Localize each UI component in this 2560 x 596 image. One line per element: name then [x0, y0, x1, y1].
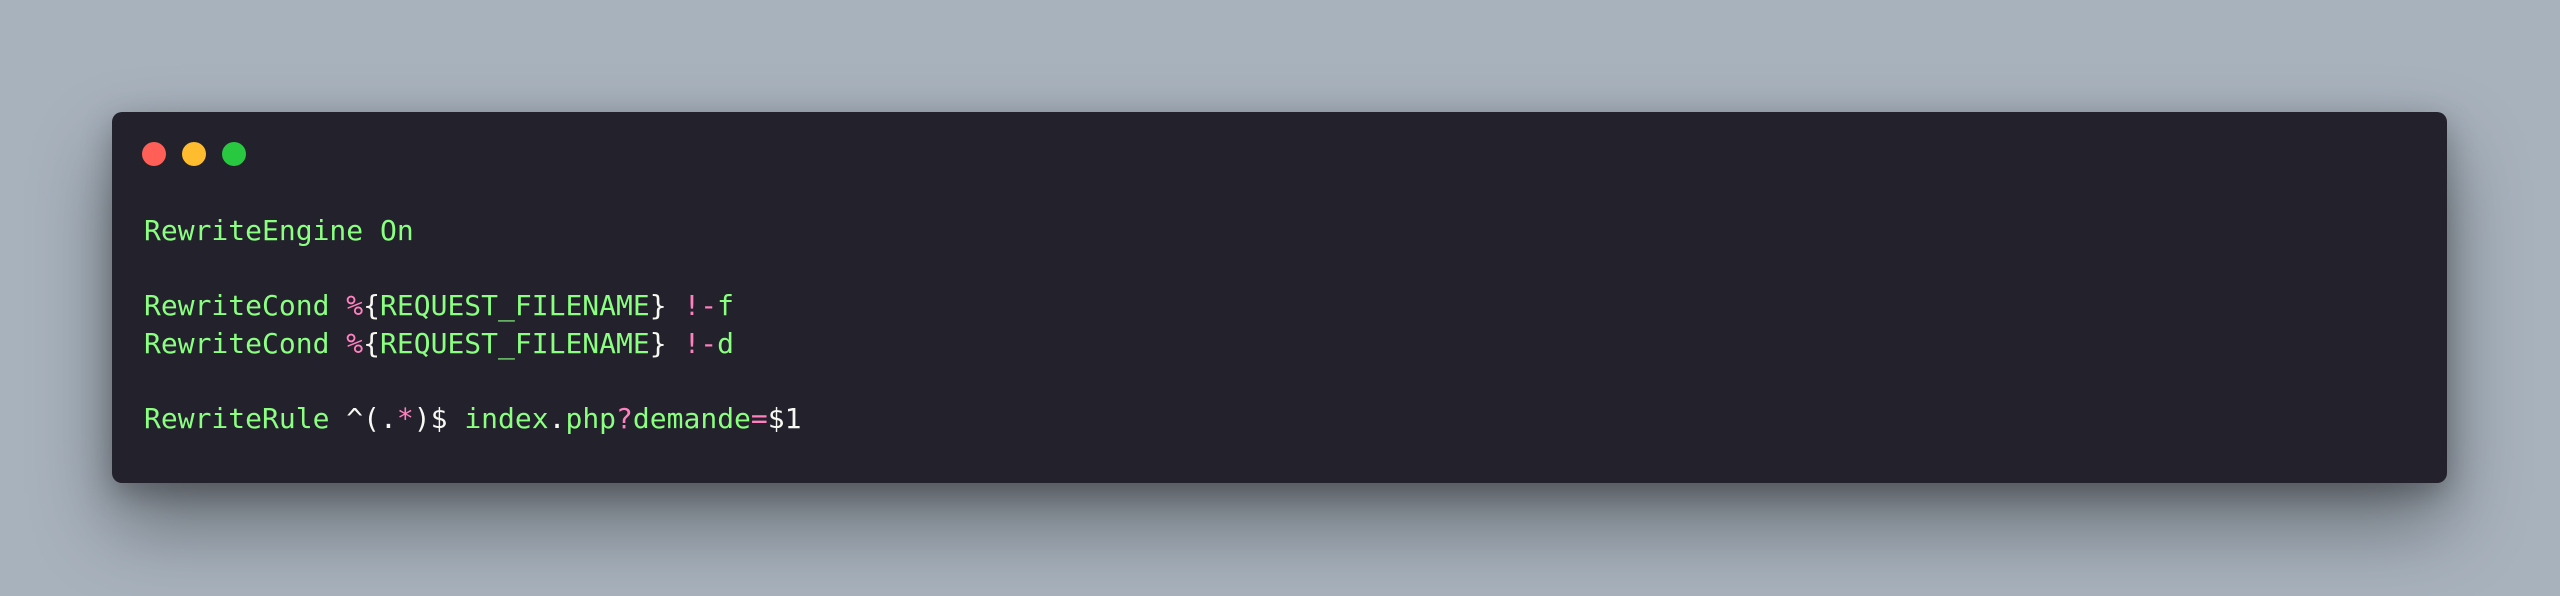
- code-token-keyword: f: [717, 289, 735, 322]
- code-token-keyword: RewriteEngine On: [144, 214, 414, 247]
- code-token-keyword: d: [717, 326, 735, 360]
- code-line: RewriteCond %{REQUEST_FILENAME} !-f: [144, 287, 802, 325]
- code-token-keyword: index: [464, 401, 549, 435]
- code-token-plain: ^(.: [346, 401, 397, 435]
- code-token-operator: !-: [683, 326, 718, 360]
- code-token-keyword: RewriteCond: [144, 289, 347, 322]
- code-token-keyword: REQUEST_FILENAME: [380, 289, 650, 322]
- code-token-operator: =: [750, 401, 768, 435]
- code-token-operator: %: [346, 289, 364, 322]
- code-token-plain: }: [649, 289, 684, 322]
- code-token-plain: )$: [413, 401, 465, 435]
- code-token-keyword: demande: [632, 401, 751, 435]
- code-token-operator: *: [396, 401, 414, 435]
- code-token-plain: $1: [767, 401, 802, 435]
- code-token-plain: .: [548, 401, 566, 435]
- code-line: RewriteCond %{REQUEST_FILENAME} !-d: [144, 325, 802, 363]
- code-token-keyword: REQUEST_FILENAME: [380, 326, 650, 360]
- code-line: RewriteRule ^(.*)$ index.php?demande=$1: [144, 400, 802, 438]
- code-token-operator: !-: [683, 289, 718, 322]
- code-token-operator: ?: [616, 401, 633, 435]
- code-token-keyword: php: [565, 401, 617, 435]
- code-token-operator: %: [346, 326, 364, 360]
- code-token-keyword: RewriteCond: [144, 326, 347, 360]
- maximize-icon[interactable]: [222, 142, 246, 166]
- close-icon[interactable]: [142, 142, 166, 166]
- code-token-keyword: RewriteRule: [144, 401, 347, 435]
- minimize-icon[interactable]: [182, 142, 206, 166]
- code-line: RewriteEngine On: [144, 212, 802, 250]
- code-token-plain: {: [363, 326, 381, 360]
- code-block: RewriteEngine On RewriteCond %{REQUEST_FI…: [144, 212, 802, 437]
- code-token-plain: {: [363, 289, 381, 322]
- code-token-plain: }: [649, 326, 684, 360]
